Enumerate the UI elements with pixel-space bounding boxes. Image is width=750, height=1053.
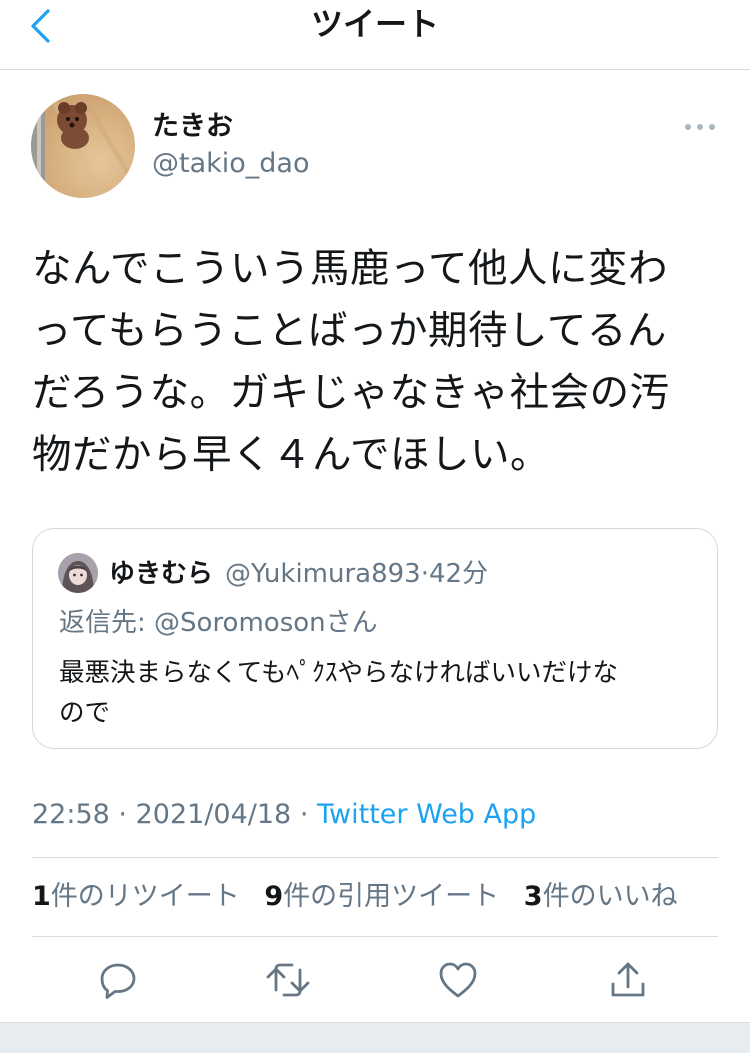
quotes-label: 件の引用ツイート bbox=[283, 881, 500, 912]
top-nav-bar: ツイート bbox=[0, 0, 750, 70]
share-icon bbox=[611, 962, 645, 997]
meta-separator: · bbox=[299, 799, 309, 830]
more-options-button[interactable] bbox=[680, 112, 720, 142]
tweet-text-line: なんでこういう馬鹿って他人に変わ bbox=[32, 246, 669, 292]
bottom-bar bbox=[0, 1022, 750, 1053]
retweets-count: 1 bbox=[32, 881, 51, 912]
like-icon bbox=[439, 962, 477, 998]
reply-button[interactable] bbox=[93, 955, 143, 1005]
author-handle[interactable]: @takio_dao bbox=[152, 146, 310, 182]
likes-stat[interactable]: 3件のいいね bbox=[524, 878, 678, 916]
quoted-handle: @Yukimura893 bbox=[225, 559, 421, 589]
retweet-icon bbox=[266, 963, 310, 997]
page-title: ツイート bbox=[310, 5, 439, 43]
reply-icon bbox=[100, 963, 136, 999]
reply-prefix: 返信先: bbox=[59, 608, 155, 638]
likes-count: 3 bbox=[523, 881, 543, 912]
reply-handle: @Soromoson bbox=[154, 608, 326, 638]
quoted-text: 最悪決まらなくてもﾍﾟｸｽやらなければいいだけな ので bbox=[59, 653, 699, 733]
quoted-author-avatar bbox=[58, 553, 98, 593]
quoted-tweet-card[interactable]: ゆきむら @Yukimura893·42分 返信先: @Soromosonさん 最… bbox=[32, 528, 718, 749]
quoted-display-name: ゆきむら bbox=[109, 559, 214, 589]
quoted-timestamp: 42分 bbox=[429, 559, 489, 589]
retweets-label: 件のリツイート bbox=[50, 881, 240, 912]
share-button[interactable] bbox=[603, 955, 653, 1005]
author-display-name[interactable]: たきお bbox=[152, 108, 233, 146]
tweet-source-link[interactable]: Twitter Web App bbox=[317, 799, 536, 830]
quoted-reply-context: 返信先: @Soromosonさん bbox=[59, 605, 378, 641]
tweet-text-line: だろうな。ガキじゃなきゃ社会の汚 bbox=[32, 370, 670, 416]
likes-label: 件のいいね bbox=[542, 881, 678, 912]
retweet-button[interactable] bbox=[263, 955, 313, 1005]
more-dots-icon bbox=[685, 124, 715, 130]
quoted-text-line: 最悪決まらなくてもﾍﾟｸｽやらなければいいだけな bbox=[59, 658, 618, 688]
meta-separator: · bbox=[118, 799, 127, 830]
tweet-meta: 22:58 · 2021/04/18 · Twitter Web App bbox=[32, 796, 536, 834]
quotes-count: 9 bbox=[264, 881, 284, 912]
divider bbox=[32, 857, 718, 858]
tweet-time: 22:58 bbox=[32, 799, 110, 830]
quote-tweets-stat[interactable]: 9件の引用ツイート bbox=[264, 878, 499, 916]
like-button[interactable] bbox=[433, 955, 483, 1005]
quoted-separator: · bbox=[420, 559, 429, 589]
author-avatar[interactable] bbox=[31, 94, 135, 198]
reply-suffix: さん bbox=[325, 608, 378, 638]
tweet-text-line: 物だから早く４んでほしい。 bbox=[32, 432, 551, 478]
action-bar bbox=[0, 955, 750, 1005]
divider bbox=[32, 936, 718, 937]
quoted-text-line: ので bbox=[59, 698, 111, 728]
quoted-header: ゆきむら @Yukimura893·42分 bbox=[109, 556, 488, 592]
tweet-date: 2021/04/18 bbox=[135, 799, 292, 830]
tweet-stats: 1件のリツイート 9件の引用ツイート 3件のいいね bbox=[32, 878, 694, 916]
tweet-text: なんでこういう馬鹿って他人に変わ ってもらうことばっか期待してるん だろうな。ガ… bbox=[32, 238, 722, 486]
tweet-text-line: ってもらうことばっか期待してるん bbox=[32, 308, 667, 354]
retweets-stat[interactable]: 1件のリツイート bbox=[32, 878, 240, 916]
